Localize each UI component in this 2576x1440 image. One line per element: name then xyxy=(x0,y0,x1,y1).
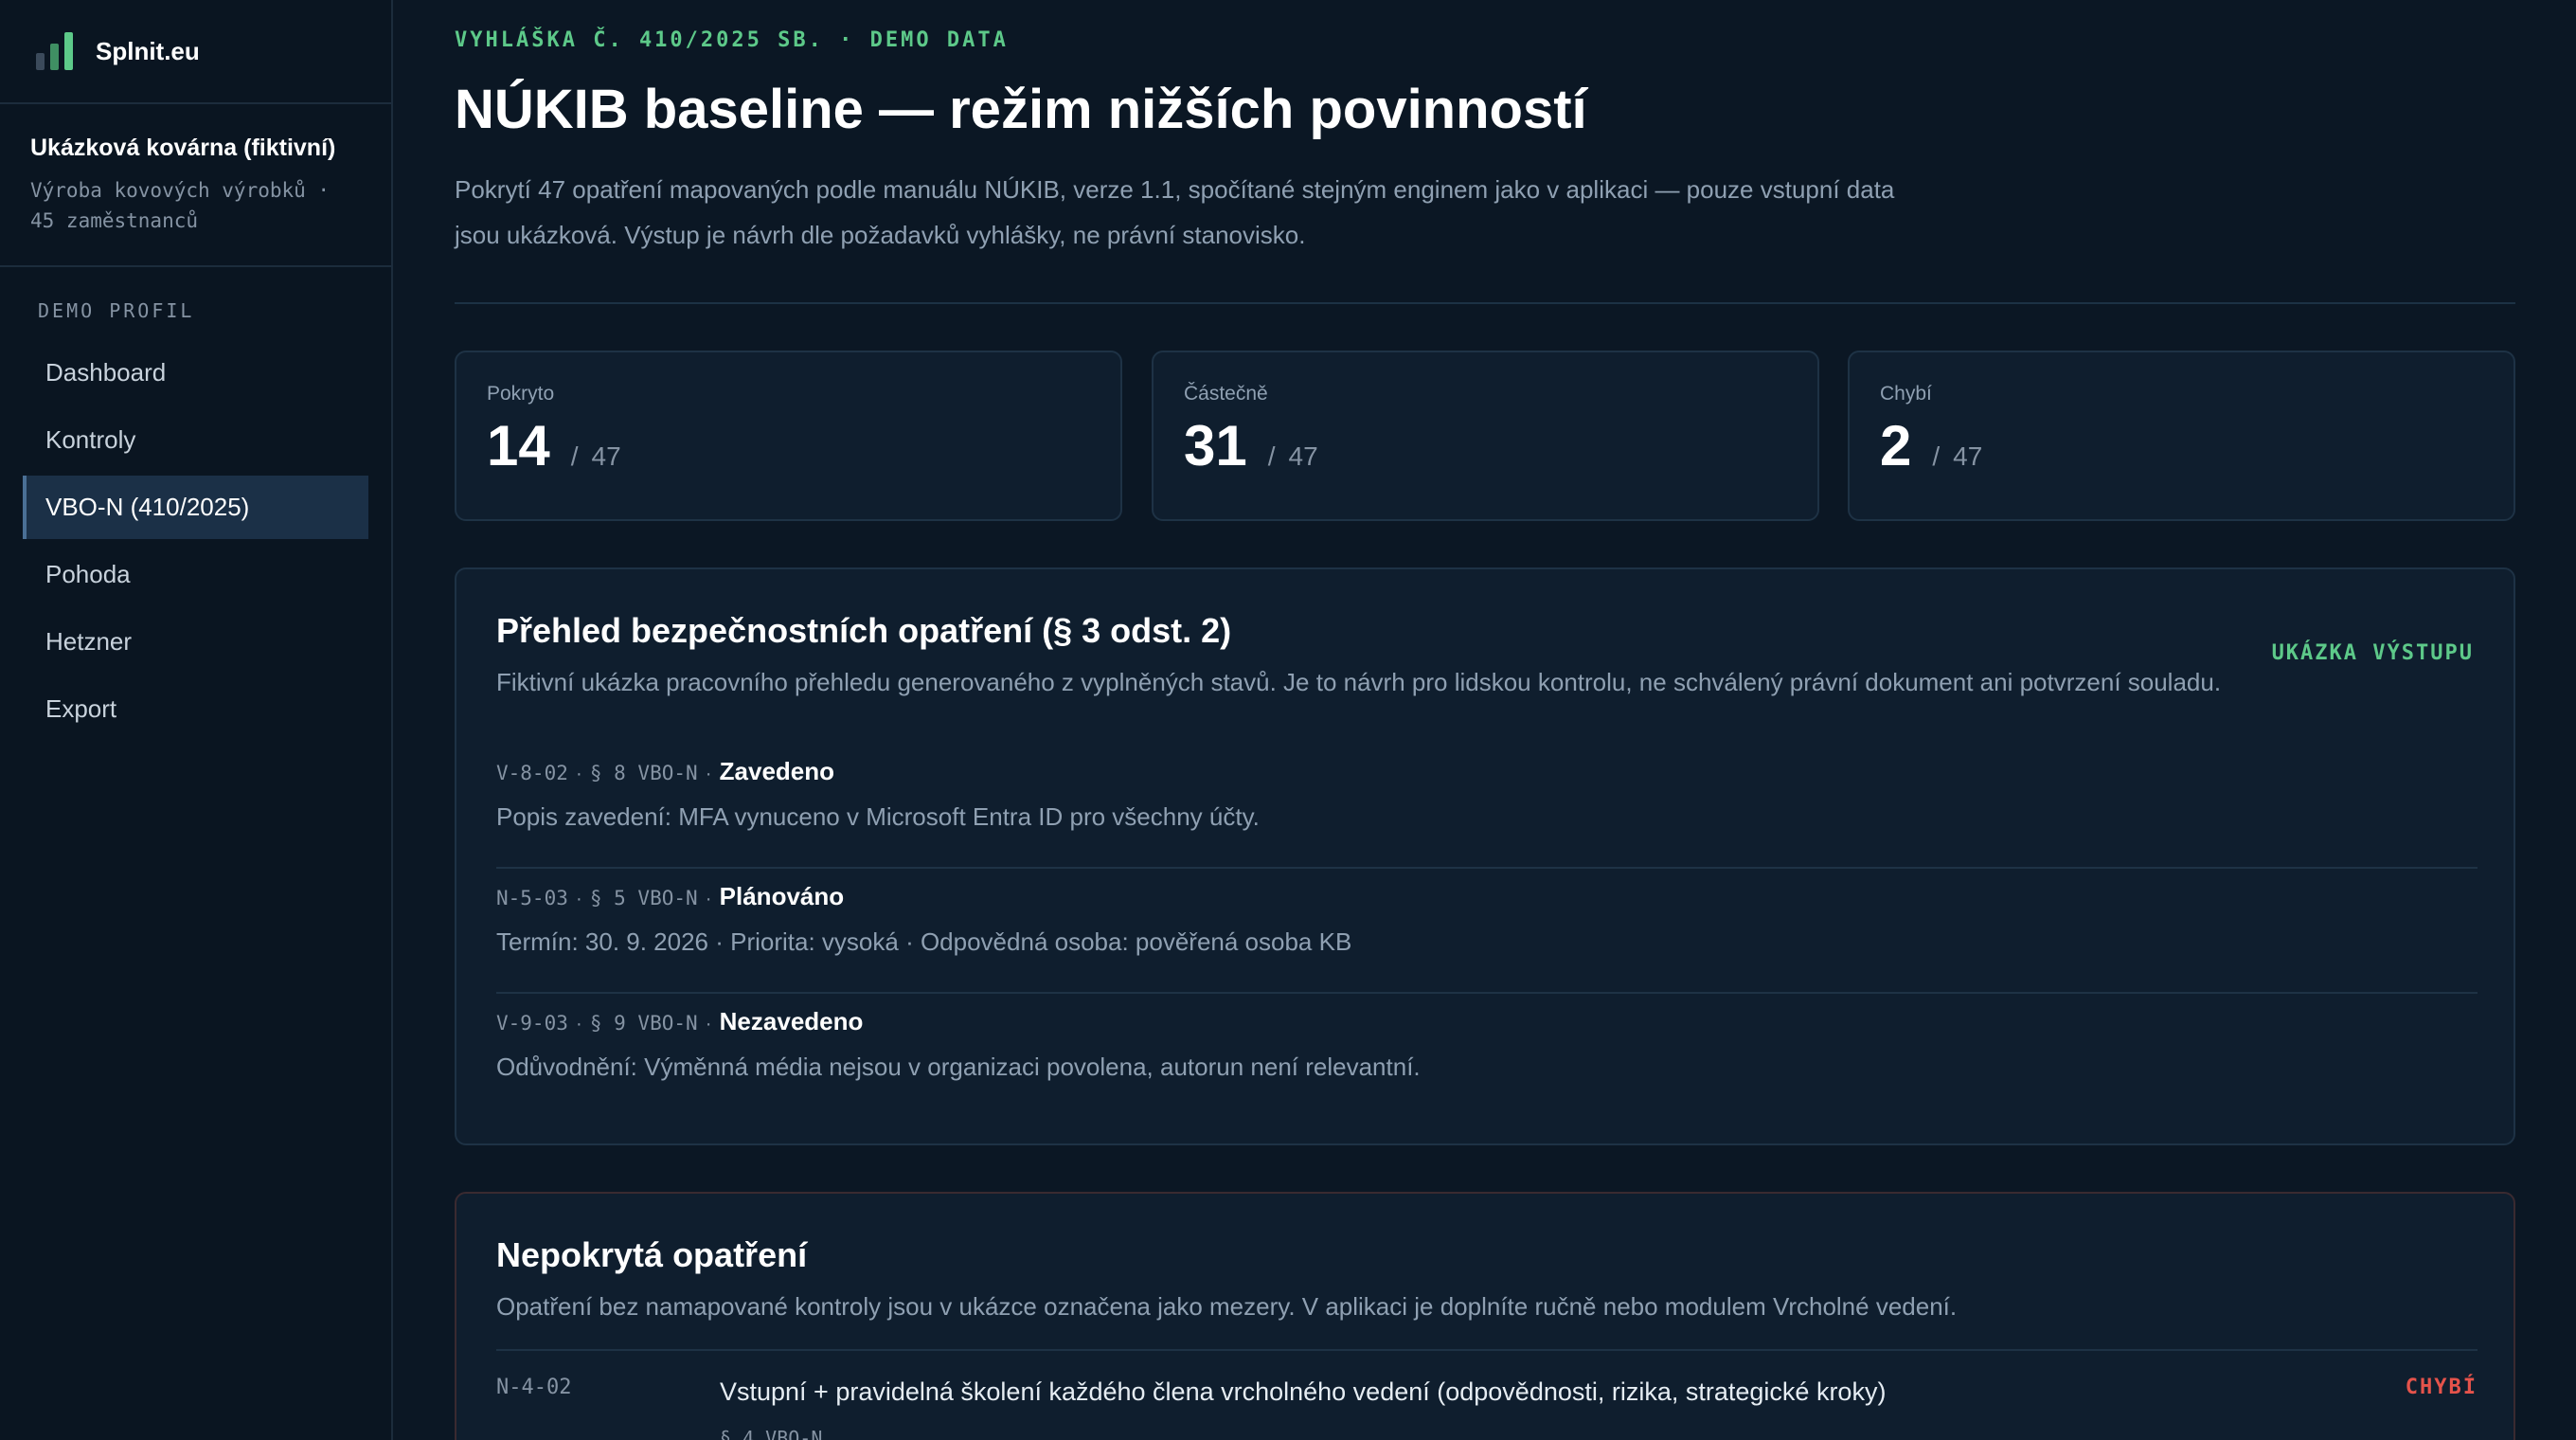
separator-dot: · xyxy=(705,1013,712,1035)
stat-value: 2 xyxy=(1880,414,1912,477)
stat-label: Chybí xyxy=(1880,383,1932,405)
stat-separator: / xyxy=(1932,441,1941,471)
sidebar-item-vbo-n[interactable]: VBO-N (410/2025) xyxy=(23,476,368,539)
measure-item[interactable]: N-5-03 · § 5 VBO-N · Plánováno Termín: 3… xyxy=(496,869,2478,994)
measure-code: V-8-02 xyxy=(496,762,568,784)
gap-row[interactable]: N-4-02 Vstupní + pravidelná školení každ… xyxy=(496,1349,2478,1440)
gap-ref: § 4 VBO-N xyxy=(720,1427,823,1440)
brand[interactable]: Splnit.eu xyxy=(0,0,391,104)
sample-output-badge: UKÁZKA VÝSTUPU xyxy=(2271,641,2474,665)
sidebar-item-pohoda[interactable]: Pohoda xyxy=(23,543,368,606)
measure-detail: Odůvodnění: Výměnná média nejsou v organ… xyxy=(496,1053,1421,1081)
sidebar-nav: DEMO PROFIL Dashboard Kontroly VBO-N (41… xyxy=(0,267,391,741)
measure-ref: § 5 VBO-N xyxy=(589,887,698,909)
separator-dot: · xyxy=(705,763,712,784)
gaps-title: Nepokrytá opatření xyxy=(496,1235,808,1274)
measure-status: Plánováno xyxy=(719,882,845,910)
stat-card-partial: Částečně 31 / 47 xyxy=(1152,351,1819,521)
organization-panel: Ukázková kovárna (fiktivní) Výroba kovov… xyxy=(0,104,391,267)
stat-separator: / xyxy=(570,441,579,471)
measure-detail: Termín: 30. 9. 2026 · Priorita: vysoká ·… xyxy=(496,927,1352,956)
stat-value: 31 xyxy=(1184,414,1247,477)
sidebar-item-export[interactable]: Export xyxy=(23,677,368,741)
organization-name: Ukázková kovárna (fiktivní) xyxy=(30,135,336,161)
measure-item[interactable]: V-9-03 · § 9 VBO-N · Nezavedeno Odůvodně… xyxy=(496,994,2478,1119)
stat-separator: / xyxy=(1267,441,1276,471)
measure-item[interactable]: V-8-02 · § 8 VBO-N · Zavedeno Popis zave… xyxy=(496,744,2478,869)
nav-heading: DEMO PROFIL xyxy=(38,299,195,322)
separator-dot: · xyxy=(575,888,582,909)
gaps-subtitle: Opatření bez namapované kontroly jsou v … xyxy=(496,1292,1958,1321)
page-intro: Pokrytí 47 opatření mapovaných podle man… xyxy=(455,175,1895,249)
gap-text: Vstupní + pravidelná školení každého čle… xyxy=(720,1377,1887,1406)
gap-code: N-4-02 xyxy=(496,1376,572,1399)
measure-code: N-5-03 xyxy=(496,887,568,909)
sidebar-item-dashboard[interactable]: Dashboard xyxy=(23,341,368,405)
organization-description: Výroba kovových výrobků · 45 zaměstnanců xyxy=(30,175,361,236)
stat-label: Pokryto xyxy=(487,383,555,405)
overview-subtitle: Fiktivní ukázka pracovního přehledu gene… xyxy=(496,668,2222,696)
separator-dot: · xyxy=(575,1013,582,1035)
stat-total: 47 xyxy=(1953,441,1983,471)
measure-status: Zavedeno xyxy=(719,757,835,785)
uncovered-measures-card: Nepokrytá opatření Opatření bez namapova… xyxy=(455,1192,2515,1440)
sidebar-item-kontroly[interactable]: Kontroly xyxy=(23,408,368,472)
measure-detail: Popis zavedení: MFA vynuceno v Microsoft… xyxy=(496,802,1260,831)
bar-chart-logo-icon xyxy=(36,32,73,70)
brand-name: Splnit.eu xyxy=(96,36,200,65)
organization-description-line: 45 zaměstnanců xyxy=(30,209,199,232)
organization-description-line: Výroba kovových výrobků · xyxy=(30,179,331,202)
measures-overview-card: Přehled bezpečnostních opatření (§ 3 ods… xyxy=(455,567,2515,1145)
page-title: NÚKIB baseline — režim nižších povinnost… xyxy=(455,79,1587,140)
measure-ref: § 8 VBO-N xyxy=(589,762,698,784)
stat-card-missing: Chybí 2 / 47 xyxy=(1848,351,2515,521)
separator-dot: · xyxy=(575,763,582,784)
missing-status-badge: CHYBÍ xyxy=(2405,1376,2478,1399)
stat-total: 47 xyxy=(591,441,621,471)
measure-code: V-9-03 xyxy=(496,1012,568,1035)
stat-total: 47 xyxy=(1288,441,1318,471)
sidebar: Splnit.eu Ukázková kovárna (fiktivní) Vý… xyxy=(0,0,393,1440)
separator-dot: · xyxy=(705,888,712,909)
stat-value: 14 xyxy=(487,414,550,477)
stat-label: Částečně xyxy=(1184,383,1268,405)
header-divider xyxy=(455,302,2515,304)
measure-ref: § 9 VBO-N xyxy=(589,1012,698,1035)
stat-card-covered: Pokryto 14 / 47 xyxy=(455,351,1122,521)
page-kicker: VYHLÁŠKA Č. 410/2025 SB. · DEMO DATA xyxy=(455,28,1009,52)
sidebar-item-hetzner[interactable]: Hetzner xyxy=(23,610,368,674)
overview-title: Přehled bezpečnostních opatření (§ 3 ods… xyxy=(496,611,1232,650)
measure-status: Nezavedeno xyxy=(719,1007,864,1035)
